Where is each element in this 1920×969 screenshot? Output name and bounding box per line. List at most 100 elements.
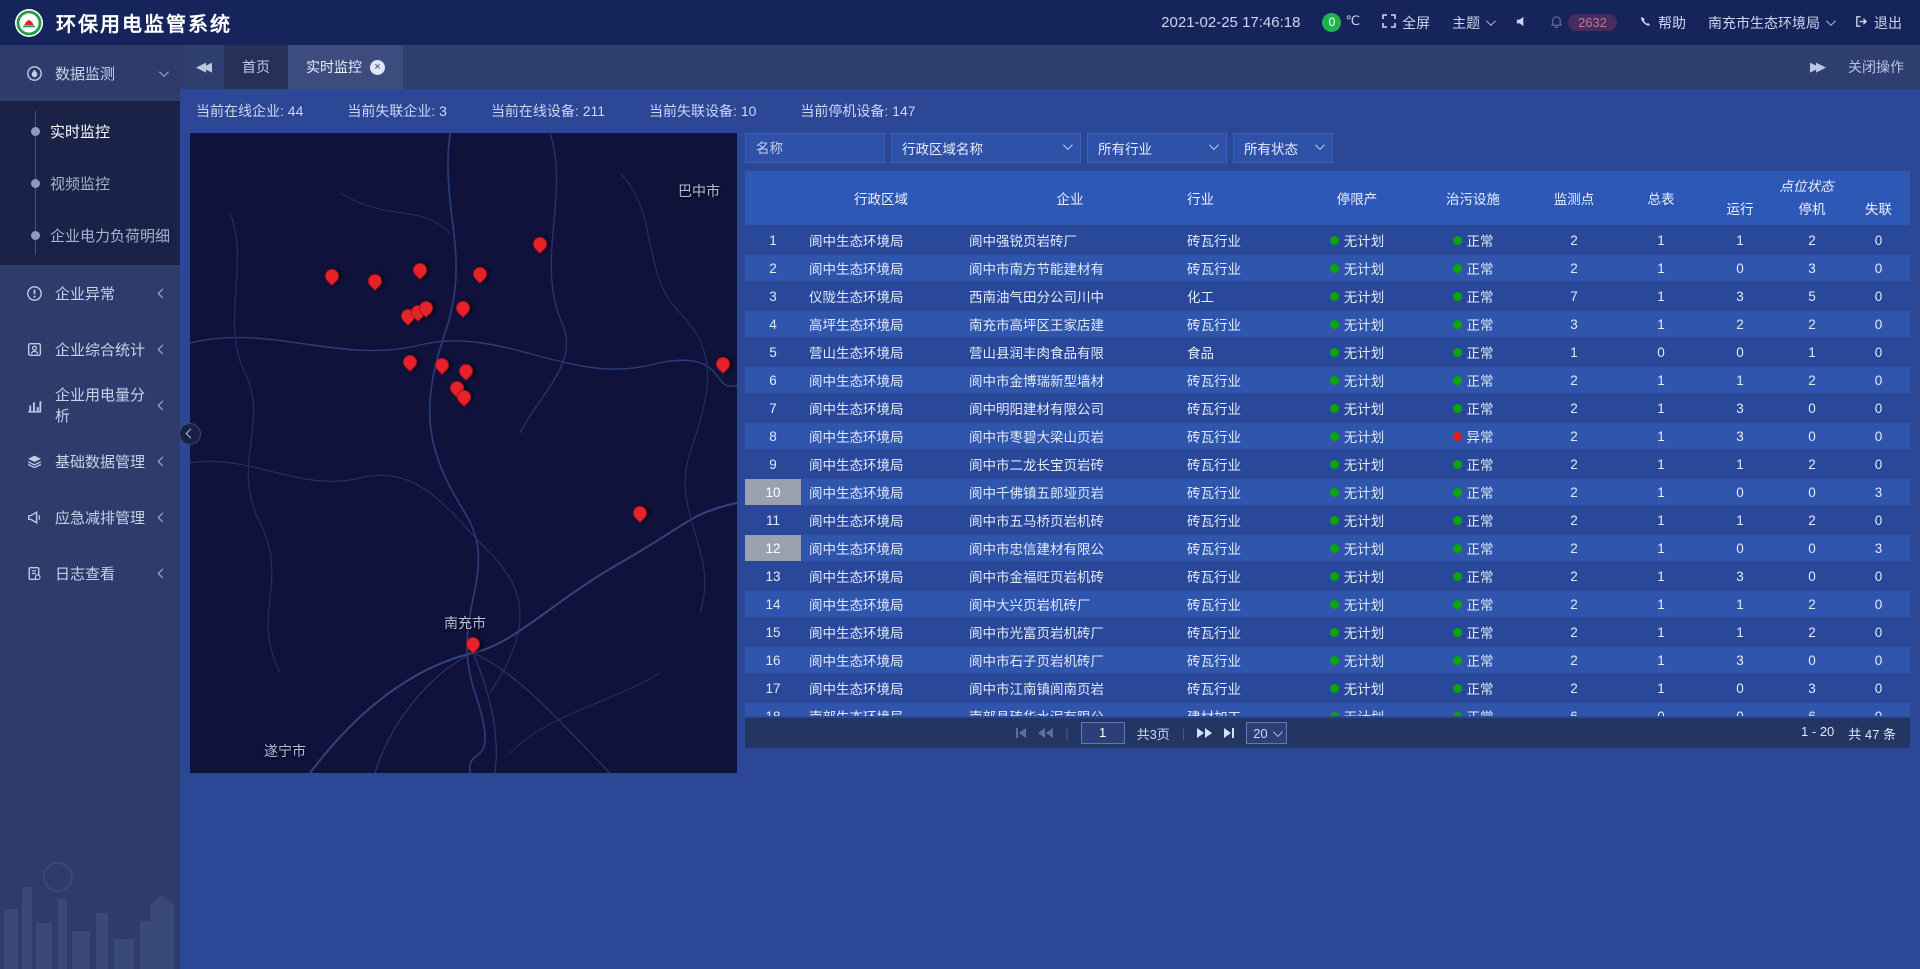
sidebar-item-1[interactable]: 企业异常 (0, 265, 180, 321)
map-pin-icon[interactable] (463, 634, 483, 654)
cell-run: 3 (1703, 395, 1777, 421)
logout-button[interactable]: 退出 (1855, 13, 1902, 33)
table-row[interactable]: 16阆中生态环境局阆中市石子页岩机砖厂砖瓦行业无计划正常21300 (745, 647, 1910, 673)
tabs-scroll-left-button[interactable]: ◀◀ (180, 59, 224, 75)
sidebar-subitem[interactable]: 视频监控 (0, 157, 180, 209)
sidebar-item-5[interactable]: 应急减排管理 (0, 489, 180, 545)
next-page-button[interactable] (1197, 728, 1212, 738)
tab-实时监控[interactable]: 实时监控× (288, 45, 403, 89)
sidebar: 数据监测实时监控视频监控企业电力负荷明细企业异常企业综合统计企业用电量分析基础数… (0, 45, 180, 969)
map-pin-icon[interactable] (365, 271, 385, 291)
datetime: 2021-02-25 17:46:18 (1161, 14, 1300, 31)
map-pin-icon[interactable] (400, 352, 420, 372)
cell-monitor: 6 (1529, 703, 1619, 716)
chevron-down-icon (1063, 140, 1073, 150)
chevron-down-icon (1209, 140, 1219, 150)
table-row[interactable]: 11阆中生态环境局阆中市五马桥页岩机砖砖瓦行业无计划正常21120 (745, 507, 1910, 533)
cell-stop: 2 (1777, 227, 1847, 253)
sidebar-item-6[interactable]: 日志查看 (0, 545, 180, 601)
table-row[interactable]: 1阆中生态环境局阆中强锐页岩砖厂砖瓦行业无计划正常21120 (745, 227, 1910, 253)
table-row[interactable]: 12阆中生态环境局阆中市忠信建材有限公砖瓦行业无计划正常21003 (745, 535, 1910, 561)
table-row[interactable]: 6阆中生态环境局阆中市金博瑞新型墙材砖瓦行业无计划正常21120 (745, 367, 1910, 393)
cell-facility: 正常 (1417, 479, 1529, 505)
table-row[interactable]: 14阆中生态环境局阆中大兴页岩机砖厂砖瓦行业无计划正常21120 (745, 591, 1910, 617)
map-pin-icon[interactable] (322, 266, 342, 286)
cell-plan: 无计划 (1297, 451, 1417, 477)
table-row[interactable]: 10阆中生态环境局阆中千佛镇五郎垭页岩砖瓦行业无计划正常21003 (745, 479, 1910, 505)
sidebar-item-3[interactable]: 企业用电量分析 (0, 377, 180, 433)
region-select[interactable]: 行政区域名称 (891, 133, 1081, 163)
cell-facility: 正常 (1417, 563, 1529, 589)
sidebar-subitem[interactable]: 企业电力负荷明细 (0, 209, 180, 261)
table-row[interactable]: 3仪陇生态环境局西南油气田分公司川中化工无计划正常71350 (745, 283, 1910, 309)
range-label: 1 - 20 (1801, 724, 1834, 743)
table-row[interactable]: 9阆中生态环境局阆中市二龙长宝页岩砖砖瓦行业无计划正常21120 (745, 451, 1910, 477)
fullscreen-button[interactable]: 全屏 (1382, 13, 1430, 33)
tab-close-icon[interactable]: × (370, 60, 385, 75)
chevron-left-icon (158, 344, 168, 354)
org-dropdown[interactable]: 南充市生态环境局 (1708, 13, 1833, 33)
mute-button[interactable] (1515, 15, 1528, 31)
cell-meter: 1 (1619, 647, 1703, 673)
last-page-button[interactable] (1224, 728, 1234, 738)
temperature: 0 ℃ (1322, 13, 1360, 32)
cell-industry: 食品 (1179, 339, 1297, 365)
filter-bar: 行政区域名称 所有行业 所有状态 (745, 133, 1910, 163)
map-collapse-handle[interactable] (179, 423, 201, 445)
map-pin-icon[interactable] (530, 234, 550, 254)
map-pin-icon[interactable] (456, 361, 476, 381)
table-row[interactable]: 7阆中生态环境局阆中明阳建材有限公司砖瓦行业无计划正常21300 (745, 395, 1910, 421)
status-dot-icon (1453, 572, 1462, 581)
first-page-button[interactable] (1016, 728, 1026, 738)
sidebar-item-2[interactable]: 企业综合统计 (0, 321, 180, 377)
notification-area[interactable]: 2632 (1550, 14, 1617, 31)
sidebar-item-0[interactable]: 数据监测 (0, 45, 180, 101)
table-row[interactable]: 8阆中生态环境局阆中市枣碧大梁山页岩砖瓦行业无计划异常21300 (745, 423, 1910, 449)
theme-dropdown[interactable]: 主题 (1452, 13, 1493, 33)
help-button[interactable]: 帮助 (1639, 13, 1686, 33)
map-pin-icon[interactable] (432, 355, 452, 375)
cell-run: 3 (1703, 283, 1777, 309)
tab-label: 首页 (242, 57, 270, 77)
cell-lost: 0 (1847, 395, 1910, 421)
status-select[interactable]: 所有状态 (1233, 133, 1333, 163)
page-size-select[interactable]: 20 (1246, 722, 1286, 744)
map-pin-icon[interactable] (453, 298, 473, 318)
map-pin-icon[interactable] (410, 260, 430, 280)
table-row[interactable]: 15阆中生态环境局阆中市光富页岩机砖厂砖瓦行业无计划正常21120 (745, 619, 1910, 645)
cell-lost: 0 (1847, 507, 1910, 533)
status-dot-icon (1330, 712, 1339, 717)
cell-monitor: 1 (1529, 339, 1619, 365)
map-pin-icon[interactable] (630, 503, 650, 523)
map-panel[interactable]: 巴中市南充市遂宁市 (190, 133, 737, 773)
table-row[interactable]: 13阆中生态环境局阆中市金福旺页岩机砖砖瓦行业无计划正常21300 (745, 563, 1910, 589)
page-input[interactable]: 1 (1081, 722, 1125, 744)
prev-page-button[interactable] (1038, 728, 1053, 738)
cell-lost: 0 (1847, 647, 1910, 673)
status-dot-icon (1453, 292, 1462, 301)
table-row[interactable]: 4高坪生态环境局南充市高坪区王家店建砖瓦行业无计划正常31220 (745, 311, 1910, 337)
table-row[interactable]: 5营山生态环境局营山县润丰肉食品有限食品无计划正常10010 (745, 339, 1910, 365)
cell-meter: 0 (1619, 339, 1703, 365)
cell-meter: 0 (1619, 703, 1703, 716)
table-row[interactable]: 18南部生态环境局南部县砖华水泥有限公建材加工无计划正常60060 (745, 703, 1910, 716)
close-operations-button[interactable]: 关闭操作 (1848, 57, 1904, 77)
tabs-scroll-right-button[interactable]: ▶▶ (1810, 59, 1822, 75)
tab-首页[interactable]: 首页 (224, 45, 288, 89)
table-row[interactable]: 17阆中生态环境局阆中市江南镇阆南页岩砖瓦行业无计划正常21030 (745, 675, 1910, 701)
map-pin-icon[interactable] (470, 264, 490, 284)
status-dot-icon (1330, 488, 1339, 497)
map-pin-icon[interactable] (713, 354, 733, 374)
name-search-input[interactable] (745, 133, 885, 163)
industry-select[interactable]: 所有行业 (1087, 133, 1227, 163)
sidebar-submenu: 实时监控视频监控企业电力负荷明细 (0, 101, 180, 265)
cell-company: 阆中市忠信建材有限公 (961, 535, 1179, 561)
table-row[interactable]: 2阆中生态环境局阆中市南方节能建材有砖瓦行业无计划正常21030 (745, 255, 1910, 281)
cell-company: 阆中强锐页岩砖厂 (961, 227, 1179, 253)
col-index (745, 171, 801, 225)
cell-industry: 建材加工 (1179, 703, 1297, 716)
cell-lost: 0 (1847, 591, 1910, 617)
cell-plan: 无计划 (1297, 591, 1417, 617)
sidebar-subitem[interactable]: 实时监控 (0, 105, 180, 157)
sidebar-item-4[interactable]: 基础数据管理 (0, 433, 180, 489)
